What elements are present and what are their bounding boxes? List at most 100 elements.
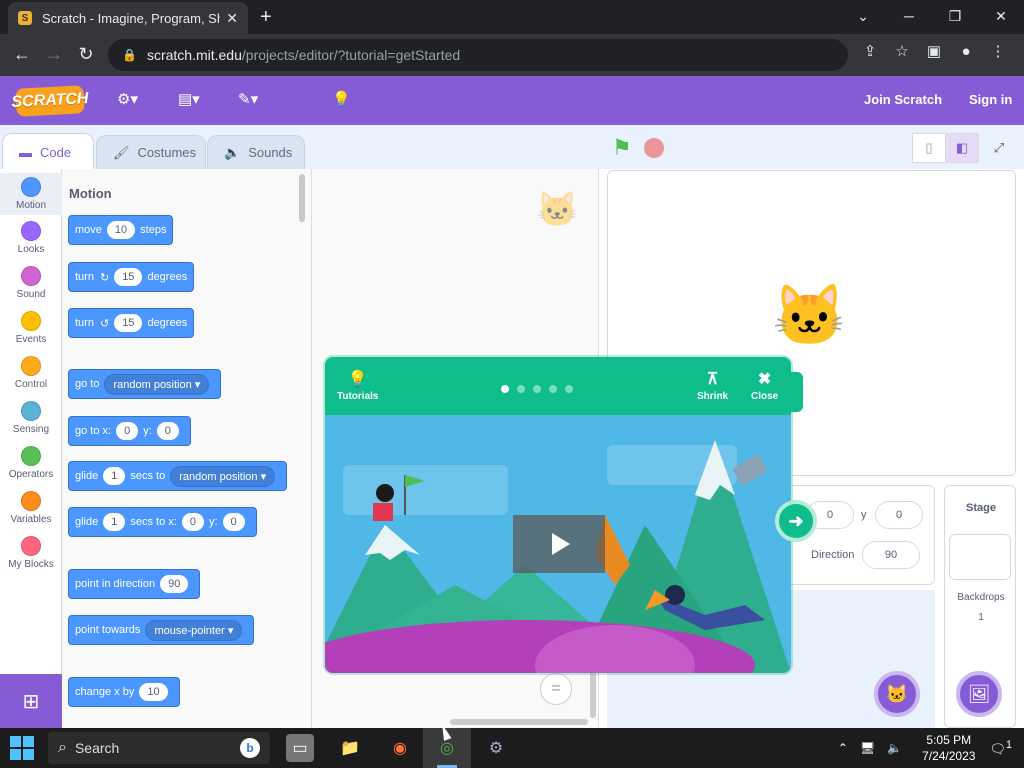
- block-glide-to[interactable]: glide 1 secs to random position ▾: [68, 461, 288, 491]
- back-icon[interactable]: ←: [6, 44, 38, 65]
- share-icon[interactable]: ⇪: [854, 42, 886, 60]
- tutorial-card[interactable]: 💡 Tutorials ⊼ Shrink ✖ Close: [325, 357, 791, 673]
- block-input[interactable]: 0: [222, 513, 245, 531]
- minimize-button[interactable]: ─: [886, 8, 932, 24]
- block-dropdown[interactable]: random position ▾: [104, 373, 210, 395]
- block-input[interactable]: 0: [116, 422, 139, 440]
- step-dot[interactable]: [517, 385, 525, 393]
- taskbar-search[interactable]: ⌕ Search b: [48, 732, 270, 764]
- small-stage-button[interactable]: ▯: [912, 133, 946, 163]
- settings-gear-icon[interactable]: ⚙▾: [117, 90, 138, 108]
- close-button[interactable]: ✖ Close: [751, 369, 778, 402]
- block-point-in-direction[interactable]: point in direction 90: [68, 569, 201, 599]
- volume-icon[interactable]: 🔈: [887, 741, 902, 755]
- category-motion[interactable]: Motion: [0, 173, 62, 215]
- block-input[interactable]: 1: [103, 467, 126, 485]
- block-input[interactable]: 15: [114, 268, 143, 286]
- notifications-icon[interactable]: 🗨1: [989, 739, 1012, 757]
- step-dot-active[interactable]: [501, 385, 509, 393]
- block-dropdown[interactable]: random position ▾: [170, 465, 276, 487]
- category-variables[interactable]: Variables: [0, 491, 62, 525]
- stop-icon[interactable]: [644, 138, 664, 158]
- browser-tab[interactable]: S Scratch - Imagine, Program, Share ✕: [8, 2, 248, 34]
- block-input[interactable]: 15: [114, 314, 143, 332]
- tab-costumes[interactable]: 🖌 Costumes: [96, 135, 206, 169]
- choose-backdrop-button[interactable]: 🖼: [956, 671, 1002, 717]
- step-dot[interactable]: [565, 385, 573, 393]
- clock[interactable]: 5:05 PM 7/24/2023: [922, 732, 975, 764]
- block-change-x[interactable]: change x by 10: [68, 677, 180, 707]
- close-window-button[interactable]: ✕: [978, 8, 1024, 25]
- tutorials-button[interactable]: 💡 Tutorials: [337, 369, 378, 402]
- tutorial-video[interactable]: [325, 415, 791, 673]
- file-explorer-icon[interactable]: 📁: [336, 734, 364, 762]
- sign-in-link[interactable]: Sign in: [969, 92, 1012, 107]
- palette-scrollbar[interactable]: [299, 174, 305, 222]
- block-dropdown[interactable]: mouse-pointer ▾: [145, 619, 243, 641]
- edit-menu-icon[interactable]: ✎▾: [238, 90, 258, 108]
- block-text: move: [75, 224, 102, 236]
- zoom-reset-button[interactable]: =: [540, 673, 572, 705]
- bookmark-star-icon[interactable]: ☆: [886, 42, 918, 60]
- normal-stage-button[interactable]: ◧: [945, 133, 979, 163]
- script-vscrollbar[interactable]: [590, 670, 596, 718]
- category-events[interactable]: Events: [0, 311, 62, 345]
- fullscreen-button[interactable]: ⤢: [982, 133, 1016, 163]
- side-panel-icon[interactable]: ▣: [918, 42, 950, 60]
- block-go-to[interactable]: go to random position ▾: [68, 369, 222, 399]
- green-flag-icon[interactable]: ⚑: [612, 135, 632, 161]
- windows-start-icon[interactable]: [10, 736, 34, 760]
- block-glide-to-xy[interactable]: glide 1 secs to x: 0 y: 0: [68, 507, 257, 537]
- tab-code[interactable]: ▬ Code: [2, 133, 94, 170]
- task-view-icon[interactable]: ▭: [286, 734, 314, 762]
- more-menu-icon[interactable]: ⋮: [982, 42, 1014, 60]
- direction-field[interactable]: 90: [862, 541, 920, 569]
- settings-app-icon[interactable]: ⚙: [482, 734, 510, 762]
- category-sound[interactable]: Sound: [0, 266, 62, 300]
- category-my-blocks[interactable]: My Blocks: [0, 536, 62, 570]
- variables-dot-icon: [21, 491, 41, 511]
- cat-sprite-icon[interactable]: 🐱: [772, 280, 847, 351]
- step-dot[interactable]: [533, 385, 541, 393]
- network-icon[interactable]: 🖥: [860, 741, 875, 755]
- block-input[interactable]: 1: [103, 513, 126, 531]
- choose-sprite-button[interactable]: 🐱: [874, 671, 920, 717]
- next-step-button[interactable]: ➜: [775, 500, 817, 542]
- forward-icon[interactable]: →: [38, 44, 70, 65]
- restore-button[interactable]: ❐: [932, 8, 978, 25]
- chevron-up-icon[interactable]: ⌃: [838, 741, 848, 755]
- tutorials-lightbulb-icon[interactable]: 💡: [332, 90, 351, 108]
- reload-icon[interactable]: ↻: [70, 44, 102, 65]
- stage-thumbnail[interactable]: [949, 534, 1011, 580]
- block-point-towards[interactable]: point towards mouse-pointer ▾: [68, 615, 255, 645]
- sprite-y-field[interactable]: 0: [875, 501, 923, 529]
- url-field[interactable]: 🔒 scratch.mit.edu/projects/editor/?tutor…: [108, 39, 848, 71]
- shrink-button[interactable]: ⊼ Shrink: [697, 369, 728, 402]
- new-tab-button[interactable]: +: [260, 6, 272, 29]
- play-video-button[interactable]: [513, 515, 605, 573]
- script-hscrollbar[interactable]: [450, 719, 588, 725]
- block-input[interactable]: 90: [160, 575, 189, 593]
- tab-sounds[interactable]: 🔈 Sounds: [207, 135, 305, 169]
- category-control[interactable]: Control: [0, 356, 62, 390]
- step-dot[interactable]: [549, 385, 557, 393]
- join-scratch-link[interactable]: Join Scratch: [864, 92, 942, 107]
- category-sensing[interactable]: Sensing: [0, 401, 62, 435]
- block-turn-left[interactable]: turn ↺ 15 degrees: [68, 308, 195, 338]
- category-operators[interactable]: Operators: [0, 446, 62, 480]
- firefox-icon[interactable]: ◉: [386, 734, 414, 762]
- block-go-to-xy[interactable]: go to x: 0 y: 0: [68, 416, 191, 446]
- add-extension-button[interactable]: ⊞: [0, 674, 62, 728]
- scratch-logo[interactable]: SCRATCH: [11, 85, 89, 117]
- tab-search-icon[interactable]: ⌄: [840, 8, 886, 25]
- block-input[interactable]: 10: [139, 683, 168, 701]
- close-tab-icon[interactable]: ✕: [226, 10, 238, 27]
- block-input[interactable]: 10: [106, 221, 136, 239]
- block-input[interactable]: 0: [181, 513, 204, 531]
- category-looks[interactable]: Looks: [0, 221, 62, 255]
- profile-icon[interactable]: ●: [950, 43, 982, 60]
- block-input[interactable]: 0: [156, 422, 179, 440]
- block-move-steps[interactable]: move 10 steps: [68, 215, 174, 245]
- block-turn-right[interactable]: turn ↻ 15 degrees: [68, 262, 195, 292]
- file-menu-icon[interactable]: ▤▾: [178, 90, 200, 108]
